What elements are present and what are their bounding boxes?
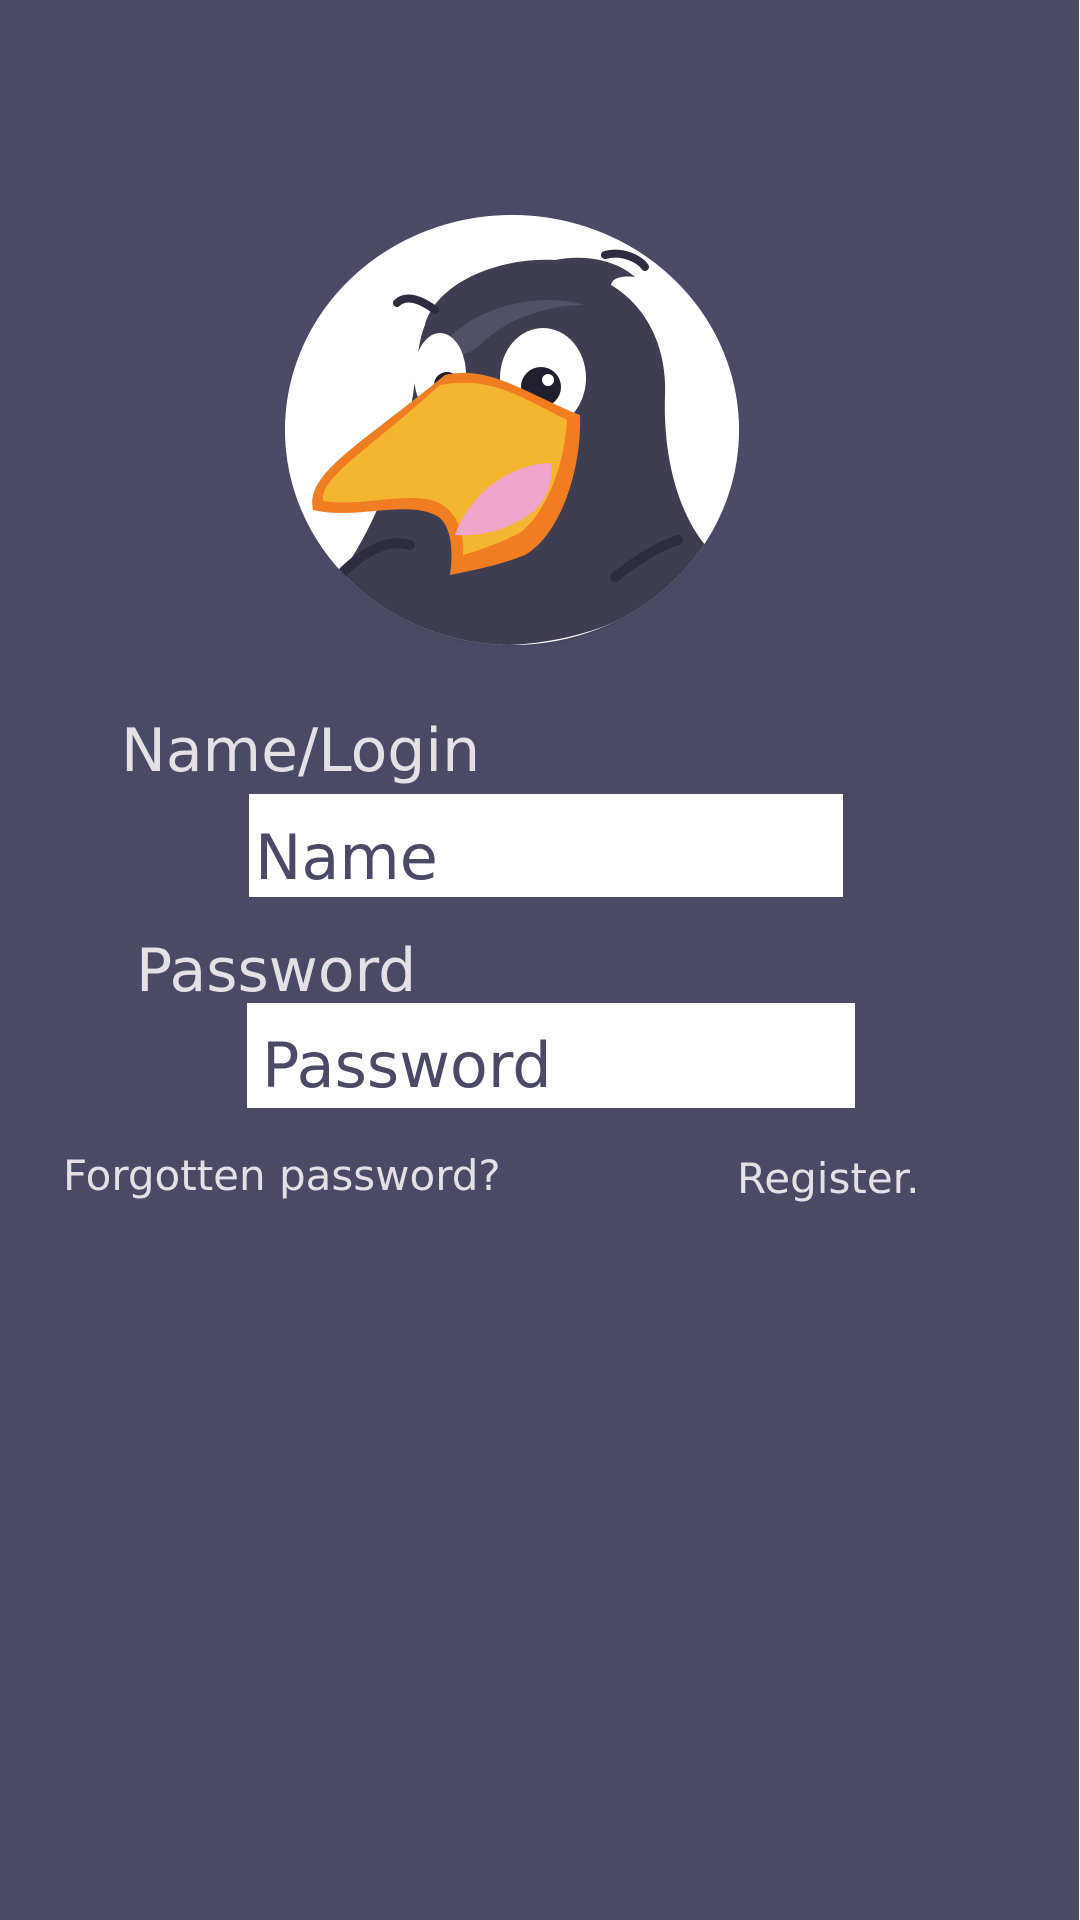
password-input[interactable] <box>247 1003 855 1108</box>
crow-mascot-icon <box>285 215 739 645</box>
login-screen: Name/Login Password Forgotten password? … <box>0 0 1080 1920</box>
name-input[interactable] <box>249 794 843 897</box>
app-logo <box>285 215 739 645</box>
login-panel: Name/Login Password Forgotten password? … <box>0 0 1079 1920</box>
register-link[interactable]: Register. <box>737 1158 919 1200</box>
password-label: Password <box>136 936 417 1006</box>
forgotten-password-link[interactable]: Forgotten password? <box>63 1155 501 1197</box>
name-login-label: Name/Login <box>121 716 481 786</box>
